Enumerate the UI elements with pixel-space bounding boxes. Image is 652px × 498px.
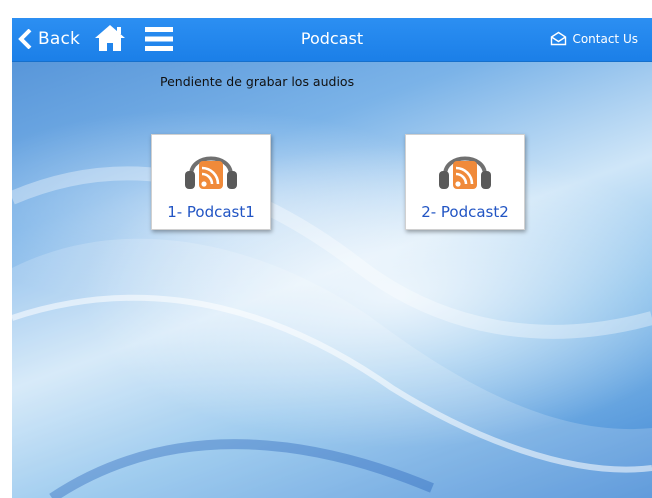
app-screen: Back Podcast Contact Us Pendiente de gra (12, 18, 652, 498)
home-icon (95, 25, 125, 51)
headphones-rss-icon (185, 156, 237, 189)
hamburger-menu-icon (145, 27, 173, 51)
envelope-icon (551, 31, 567, 46)
podcast-label-2: 2- Podcast2 (421, 203, 509, 221)
back-label: Back (38, 29, 81, 49)
contact-us-label: Contact Us (572, 31, 638, 46)
background-swoosh (12, 166, 652, 498)
contact-us-button[interactable]: Contact Us (550, 31, 638, 46)
podcast-label-1: 1- Podcast1 (167, 203, 255, 221)
podcast-tile-2[interactable]: 2- Podcast2 (405, 134, 525, 230)
home-button[interactable] (93, 23, 127, 53)
headphones-rss-icon (439, 156, 491, 189)
back-button[interactable]: Back (18, 26, 80, 52)
menu-button[interactable] (144, 26, 174, 52)
podcast-tile-1[interactable]: 1- Podcast1 (151, 134, 271, 230)
pending-notice: Pendiente de grabar los audios (160, 74, 355, 89)
navigation-bar: Back Podcast Contact Us (12, 18, 652, 62)
chevron-left-icon (18, 29, 32, 49)
